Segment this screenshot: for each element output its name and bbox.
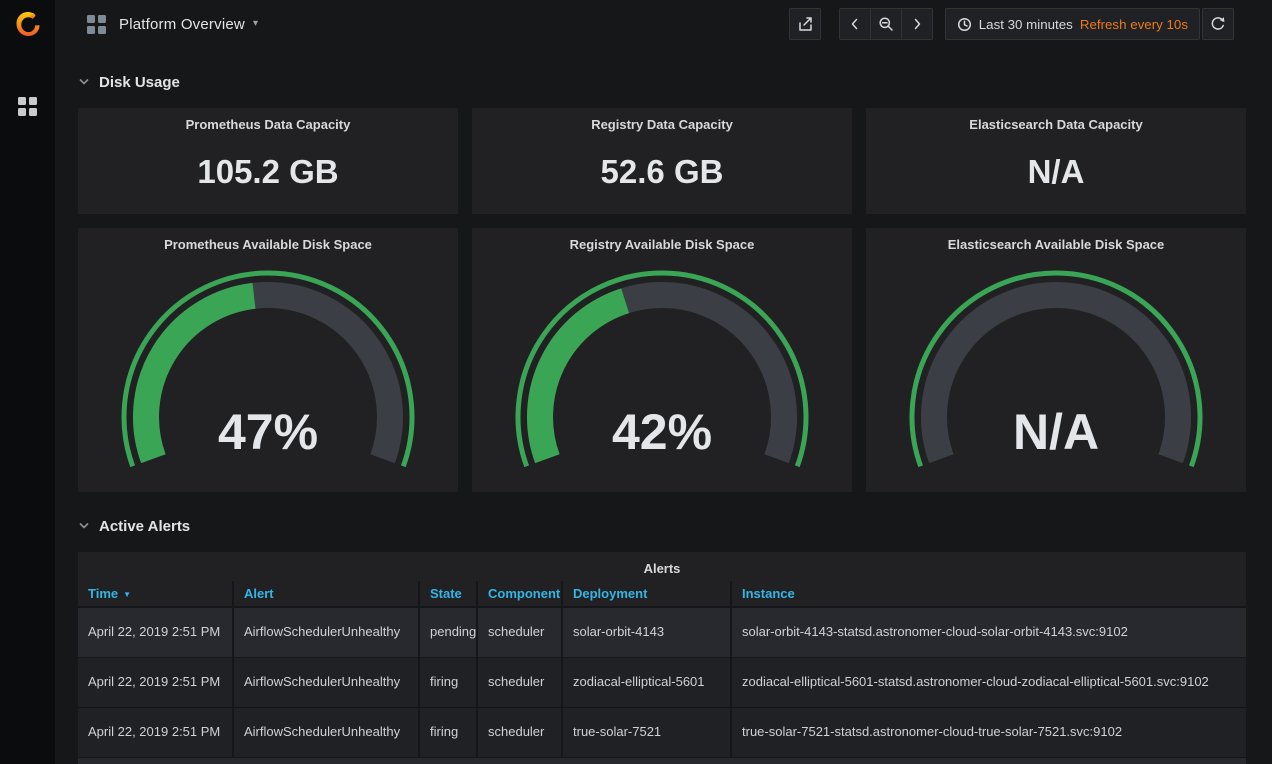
page-title: Platform Overview — [119, 16, 245, 33]
column-header-alert[interactable]: Alert — [233, 581, 419, 607]
stat-value: N/A — [866, 137, 1246, 214]
cell-deployment: zodiacal-elliptical-5601 — [562, 657, 731, 707]
panel-title[interactable]: Registry Available Disk Space — [472, 228, 852, 257]
navbar-left: Platform Overview ▾ — [87, 15, 258, 34]
cell-time: April 22, 2019 2:51 PM — [78, 707, 233, 757]
gauge-value: 47% — [218, 404, 318, 460]
cell-instance: zodiacal-elliptical-5601-statsd.astronom… — [731, 657, 1246, 707]
alerts-table-panel: Alerts Time▼ Alert State Component Deplo… — [78, 552, 1246, 764]
table-header-row: Time▼ Alert State Component Deployment I… — [78, 581, 1246, 607]
time-shift-group — [839, 8, 933, 40]
gauge-chart: 47% — [118, 267, 418, 483]
column-header-instance[interactable]: Instance — [731, 581, 1246, 607]
dashboards-icon[interactable] — [18, 97, 37, 116]
gauge-value: 42% — [612, 404, 712, 460]
dashboard-title-dropdown[interactable]: Platform Overview ▾ — [119, 16, 258, 33]
chevron-down-icon — [78, 78, 90, 86]
column-header-time[interactable]: Time▼ — [78, 581, 233, 607]
row-title-disk-usage: Disk Usage — [99, 74, 180, 91]
chevron-right-icon — [909, 16, 925, 32]
gauge-value: N/A — [1013, 404, 1099, 460]
cell-time: April 22, 2019 2:51 PM — [78, 657, 233, 707]
cell-instance: true-solar-7521-statsd.astronomer-cloud-… — [731, 707, 1246, 757]
row-toggle-disk-usage[interactable]: Disk Usage — [78, 70, 1246, 94]
row-toggle-active-alerts[interactable]: Active Alerts — [78, 514, 1246, 538]
panel-title[interactable]: Prometheus Data Capacity — [78, 108, 458, 137]
navbar: Platform Overview ▾ — [55, 0, 1272, 48]
stat-panel-registry-capacity: Registry Data Capacity 52.6 GB — [472, 108, 852, 214]
table-row: April 22, 2019 2:51 PM AirflowSchedulerU… — [78, 607, 1246, 657]
panel-title[interactable]: Elasticsearch Data Capacity — [866, 108, 1246, 137]
table-row-clipped — [78, 757, 1246, 764]
cell-state: pending — [419, 607, 477, 657]
refresh-interval-label: Refresh every 10s — [1080, 17, 1188, 32]
time-picker-button[interactable]: Last 30 minutes Refresh every 10s — [945, 8, 1200, 40]
gauge-panel-elasticsearch-disk: Elasticsearch Available Disk Space N/A — [866, 228, 1246, 492]
navbar-right: Last 30 minutes Refresh every 10s — [789, 8, 1234, 40]
zoom-out-button[interactable] — [870, 8, 902, 40]
cell-time: April 22, 2019 2:51 PM — [78, 607, 233, 657]
column-header-state[interactable]: State — [419, 581, 477, 607]
stat-value: 52.6 GB — [472, 137, 852, 214]
share-icon — [797, 16, 813, 32]
stat-panel-elasticsearch-capacity: Elasticsearch Data Capacity N/A — [866, 108, 1246, 214]
dashboard-grid-icon — [87, 15, 106, 34]
cell-state: firing — [419, 707, 477, 757]
disk-usage-panels: Prometheus Data Capacity 105.2 GB Regist… — [78, 108, 1246, 492]
grafana-dashboard: { "navbar": { "title": "Platform Overvie… — [0, 0, 1272, 764]
gauge-panel-prometheus-disk: Prometheus Available Disk Space 47% — [78, 228, 458, 492]
cell-component: scheduler — [477, 707, 562, 757]
table-row: April 22, 2019 2:51 PM AirflowSchedulerU… — [78, 657, 1246, 707]
cell-deployment: true-solar-7521 — [562, 707, 731, 757]
time-forward-button[interactable] — [901, 8, 933, 40]
time-back-button[interactable] — [839, 8, 871, 40]
chevron-left-icon — [847, 16, 863, 32]
sidebar — [0, 0, 55, 764]
panel-title[interactable]: Alerts — [78, 552, 1246, 581]
panel-title[interactable]: Elasticsearch Available Disk Space — [866, 228, 1246, 257]
gauge-chart: 42% — [512, 267, 812, 483]
refresh-button[interactable] — [1202, 8, 1234, 40]
sort-desc-icon: ▼ — [123, 590, 131, 599]
column-header-deployment[interactable]: Deployment — [562, 581, 731, 607]
alerts-table: Time▼ Alert State Component Deployment I… — [78, 581, 1246, 764]
cell-component: scheduler — [477, 607, 562, 657]
cell-state: firing — [419, 657, 477, 707]
share-button[interactable] — [789, 8, 821, 40]
gauge-panel-registry-disk: Registry Available Disk Space 42% — [472, 228, 852, 492]
cell-component: scheduler — [477, 657, 562, 707]
panel-title[interactable]: Prometheus Available Disk Space — [78, 228, 458, 257]
cell-alert: AirflowSchedulerUnhealthy — [233, 707, 419, 757]
clock-icon — [957, 17, 972, 32]
chevron-down-icon: ▾ — [253, 19, 258, 29]
cell-alert: AirflowSchedulerUnhealthy — [233, 607, 419, 657]
gauge-chart: N/A — [906, 267, 1206, 483]
zoom-out-icon — [878, 16, 894, 32]
cell-deployment: solar-orbit-4143 — [562, 607, 731, 657]
chevron-down-icon — [78, 522, 90, 530]
column-header-component[interactable]: Component — [477, 581, 562, 607]
grafana-logo-icon[interactable] — [12, 9, 44, 41]
stat-value: 105.2 GB — [78, 137, 458, 214]
panel-title[interactable]: Registry Data Capacity — [472, 108, 852, 137]
cell-alert: AirflowSchedulerUnhealthy — [233, 657, 419, 707]
refresh-icon — [1210, 16, 1226, 32]
cell-instance: solar-orbit-4143-statsd.astronomer-cloud… — [731, 607, 1246, 657]
table-row: April 22, 2019 2:51 PM AirflowSchedulerU… — [78, 707, 1246, 757]
time-range-label: Last 30 minutes — [979, 17, 1073, 32]
row-title-active-alerts: Active Alerts — [99, 518, 190, 535]
dashboard-content: Disk Usage Prometheus Data Capacity 105.… — [55, 70, 1272, 764]
stat-panel-prometheus-capacity: Prometheus Data Capacity 105.2 GB — [78, 108, 458, 214]
